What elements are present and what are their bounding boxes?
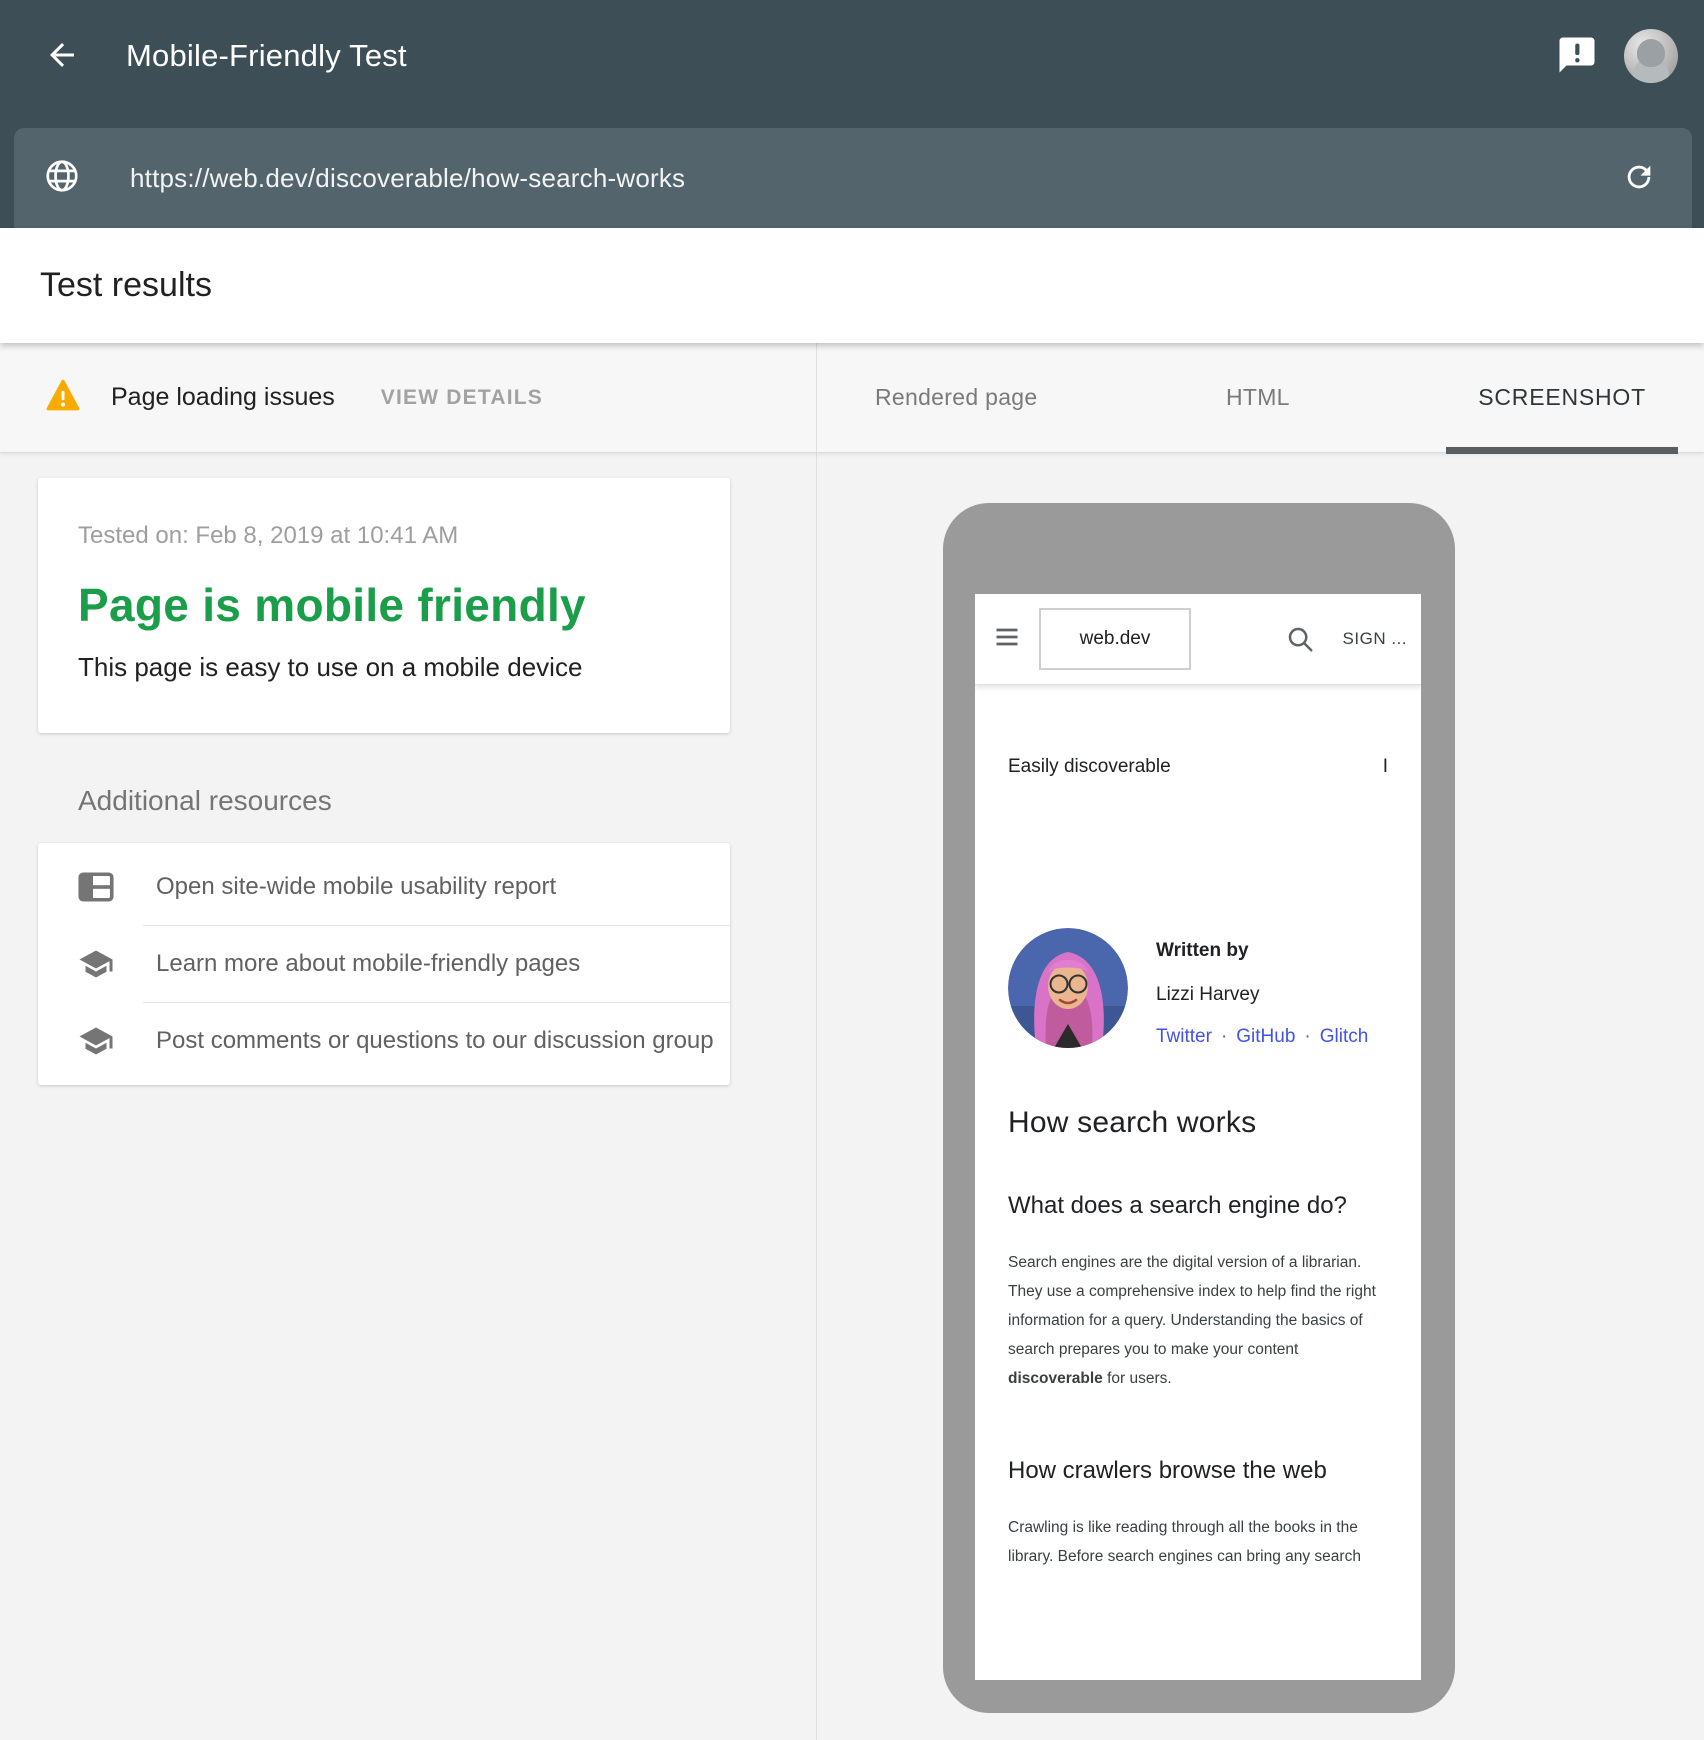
phone-screen: web.dev SIGN ... Easily discoverable I [975,594,1421,1680]
tab-screenshot-label: SCREENSHOT [1478,384,1646,411]
page-loading-status: Page loading issues VIEW DETAILS [0,343,817,452]
url-bar-section: https://web.dev/discoverable/how-search-… [0,112,1704,228]
link-separator: · [1304,1026,1310,1047]
results-panel: Tested on: Feb 8, 2019 at 10:41 AM Page … [0,453,817,1740]
globe-icon [44,158,80,199]
app-title: Mobile-Friendly Test [126,38,407,74]
screenshot-panel: web.dev SIGN ... Easily discoverable I [817,453,1704,1740]
tab-screenshot[interactable]: SCREENSHOT [1446,343,1678,453]
phone-mockup: web.dev SIGN ... Easily discoverable I [943,503,1455,1713]
active-tab-indicator [1446,447,1678,454]
usability-report-icon [78,872,114,902]
main-content: Tested on: Feb 8, 2019 at 10:41 AM Page … [0,453,1704,1740]
resource-label: Open site-wide mobile usability report [156,873,556,901]
glitch-link[interactable]: Glitch [1320,1026,1369,1047]
resources-card: Open site-wide mobile usability report L… [38,843,730,1085]
arrow-back-icon [44,37,80,76]
resource-item-learn-more[interactable]: Learn more about mobile-friendly pages [38,926,730,1002]
preview-breadcrumb-truncated: I [1383,756,1388,778]
resource-label: Learn more about mobile-friendly pages [156,950,580,978]
user-avatar[interactable] [1624,29,1678,83]
status-tab-band: Page loading issues VIEW DETAILS Rendere… [0,343,1704,453]
paragraph-text: Search engines are the digital version o… [1008,1254,1376,1358]
feedback-button[interactable] [1556,34,1598,79]
app-bar: Mobile-Friendly Test [0,0,1704,112]
resource-label: Post comments or questions to our discus… [156,1027,714,1055]
url-input[interactable]: https://web.dev/discoverable/how-search-… [130,163,1622,194]
tab-html[interactable]: HTML [1194,343,1322,453]
article-section-heading: What does a search engine do? [1008,1192,1388,1220]
verdict-card: Tested on: Feb 8, 2019 at 10:41 AM Page … [38,478,730,733]
refresh-icon [1622,160,1656,197]
feedback-icon [1556,34,1598,79]
mobile-friendly-test-app: Mobile-Friendly Test https://web.dev/dis… [0,0,1704,1740]
paragraph-bold-text: discoverable [1008,1370,1103,1387]
article-paragraph: Crawling is like reading through all the… [1008,1513,1388,1571]
author-name: Lizzi Harvey [1156,984,1368,1006]
page-title: Test results [40,266,212,305]
resources-heading: Additional resources [78,785,816,817]
preview-tabs: Rendered page HTML SCREENSHOT [817,343,1704,452]
article-section-heading: How crawlers browse the web [1008,1457,1388,1485]
preview-breadcrumb-row: Easily discoverable I [1008,756,1388,778]
article-title: How search works [1008,1106,1388,1140]
url-bar: https://web.dev/discoverable/how-search-… [14,128,1692,228]
tab-rendered-page[interactable]: Rendered page [843,343,1069,453]
resource-item-discussion-group[interactable]: Post comments or questions to our discus… [38,1003,730,1079]
author-avatar [1008,928,1128,1048]
status-label: Page loading issues [111,383,335,412]
tested-on-timestamp: Tested on: Feb 8, 2019 at 10:41 AM [78,522,690,550]
preview-breadcrumb: Easily discoverable [1008,756,1171,778]
school-icon [78,946,114,982]
preview-article: Easily discoverable I [975,756,1421,1571]
article-paragraph: Search engines are the digital version o… [1008,1248,1388,1393]
twitter-link[interactable]: Twitter [1156,1026,1212,1047]
github-link[interactable]: GitHub [1236,1026,1295,1047]
verdict-description: This page is easy to use on a mobile dev… [78,652,690,683]
school-icon [78,1023,114,1059]
paragraph-text: for users. [1103,1370,1172,1387]
author-meta: Written by Lizzi Harvey Twitter · GitHub · G… [1156,928,1368,1048]
view-details-button[interactable]: VIEW DETAILS [381,386,543,410]
refresh-button[interactable] [1622,160,1656,197]
verdict-text: Page is mobile friendly [78,578,690,632]
preview-author-block: Written by Lizzi Harvey Twitter · GitHub · G… [1008,928,1388,1048]
author-links: Twitter · GitHub · Glitch [1156,1026,1368,1048]
written-by-label: Written by [1156,940,1368,962]
back-button[interactable] [44,37,80,76]
hamburger-menu-icon [993,623,1021,656]
link-separator: · [1221,1026,1227,1047]
warning-icon [45,378,81,417]
results-header: Test results [0,228,1704,343]
preview-sign-in: SIGN ... [1343,629,1407,649]
preview-url-box: web.dev [1039,608,1191,670]
search-icon [1285,624,1315,654]
preview-site-toolbar: web.dev SIGN ... [975,594,1421,684]
resource-item-usability-report[interactable]: Open site-wide mobile usability report [38,849,730,925]
